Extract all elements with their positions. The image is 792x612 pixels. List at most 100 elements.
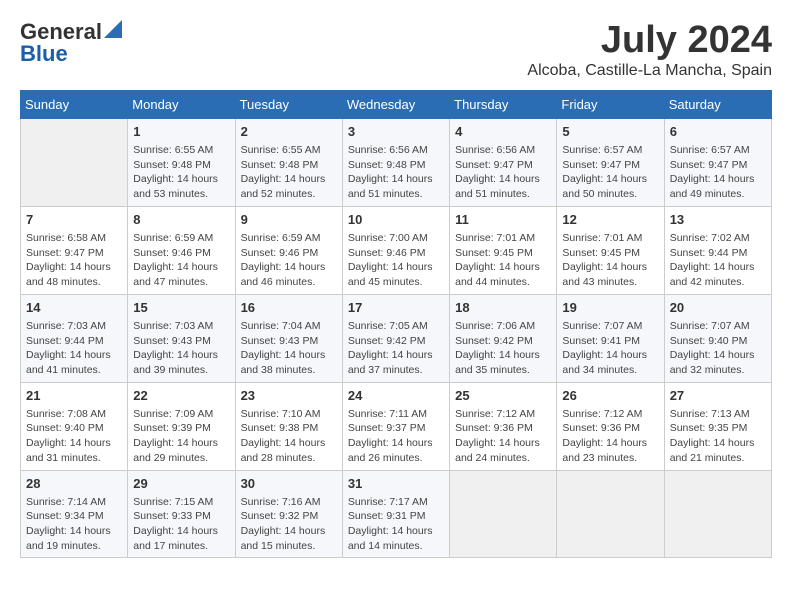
day-info: Sunrise: 7:17 AMSunset: 9:31 PMDaylight:… — [348, 495, 444, 554]
calendar-cell: 11 Sunrise: 7:01 AMSunset: 9:45 PMDayligh… — [450, 206, 557, 294]
calendar-cell: 14 Sunrise: 7:03 AMSunset: 9:44 PMDayligh… — [21, 294, 128, 382]
day-number: 28 — [26, 475, 122, 493]
day-number: 8 — [133, 211, 229, 229]
day-info: Sunrise: 6:57 AMSunset: 9:47 PMDaylight:… — [670, 143, 766, 202]
day-number: 23 — [241, 387, 337, 405]
calendar-cell: 22 Sunrise: 7:09 AMSunset: 9:39 PMDayligh… — [128, 382, 235, 470]
calendar-cell: 17 Sunrise: 7:05 AMSunset: 9:42 PMDayligh… — [342, 294, 449, 382]
calendar-cell — [450, 470, 557, 558]
calendar-cell — [21, 118, 128, 206]
day-number: 6 — [670, 123, 766, 141]
calendar-cell: 24 Sunrise: 7:11 AMSunset: 9:37 PMDayligh… — [342, 382, 449, 470]
calendar-cell: 3 Sunrise: 6:56 AMSunset: 9:48 PMDaylight… — [342, 118, 449, 206]
calendar-cell: 26 Sunrise: 7:12 AMSunset: 9:36 PMDayligh… — [557, 382, 664, 470]
calendar-title: July 2024 — [527, 20, 772, 62]
calendar-cell: 30 Sunrise: 7:16 AMSunset: 9:32 PMDayligh… — [235, 470, 342, 558]
weekday-header-wednesday: Wednesday — [342, 90, 449, 118]
day-info: Sunrise: 7:12 AMSunset: 9:36 PMDaylight:… — [562, 407, 658, 466]
day-number: 21 — [26, 387, 122, 405]
day-number: 29 — [133, 475, 229, 493]
day-number: 1 — [133, 123, 229, 141]
day-info: Sunrise: 7:05 AMSunset: 9:42 PMDaylight:… — [348, 319, 444, 378]
calendar-cell — [557, 470, 664, 558]
calendar-cell: 5 Sunrise: 6:57 AMSunset: 9:47 PMDaylight… — [557, 118, 664, 206]
day-info: Sunrise: 6:56 AMSunset: 9:47 PMDaylight:… — [455, 143, 551, 202]
day-info: Sunrise: 7:10 AMSunset: 9:38 PMDaylight:… — [241, 407, 337, 466]
day-info: Sunrise: 7:12 AMSunset: 9:36 PMDaylight:… — [455, 407, 551, 466]
day-number: 13 — [670, 211, 766, 229]
day-info: Sunrise: 7:01 AMSunset: 9:45 PMDaylight:… — [455, 231, 551, 290]
calendar-cell — [664, 470, 771, 558]
day-number: 9 — [241, 211, 337, 229]
calendar-cell: 10 Sunrise: 7:00 AMSunset: 9:46 PMDayligh… — [342, 206, 449, 294]
calendar-week-row: 1 Sunrise: 6:55 AMSunset: 9:48 PMDaylight… — [21, 118, 772, 206]
calendar-cell: 9Sunrise: 6:59 AMSunset: 9:46 PMDaylight… — [235, 206, 342, 294]
weekday-header-thursday: Thursday — [450, 90, 557, 118]
calendar-cell: 4Sunrise: 6:56 AMSunset: 9:47 PMDaylight… — [450, 118, 557, 206]
weekday-header-tuesday: Tuesday — [235, 90, 342, 118]
calendar-cell: 18Sunrise: 7:06 AMSunset: 9:42 PMDayligh… — [450, 294, 557, 382]
day-info: Sunrise: 7:15 AMSunset: 9:33 PMDaylight:… — [133, 495, 229, 554]
day-number: 12 — [562, 211, 658, 229]
calendar-week-row: 28Sunrise: 7:14 AMSunset: 9:34 PMDayligh… — [21, 470, 772, 558]
calendar-cell: 16Sunrise: 7:04 AMSunset: 9:43 PMDayligh… — [235, 294, 342, 382]
calendar-table: SundayMondayTuesdayWednesdayThursdayFrid… — [20, 90, 772, 559]
calendar-cell: 29 Sunrise: 7:15 AMSunset: 9:33 PMDayligh… — [128, 470, 235, 558]
day-number: 30 — [241, 475, 337, 493]
logo-general: General — [20, 21, 102, 43]
calendar-cell: 21 Sunrise: 7:08 AMSunset: 9:40 PMDayligh… — [21, 382, 128, 470]
day-info: Sunrise: 7:00 AMSunset: 9:46 PMDaylight:… — [348, 231, 444, 290]
weekday-header-monday: Monday — [128, 90, 235, 118]
day-info: Sunrise: 7:16 AMSunset: 9:32 PMDaylight:… — [241, 495, 337, 554]
day-number: 20 — [670, 299, 766, 317]
day-number: 26 — [562, 387, 658, 405]
day-info: Sunrise: 6:56 AMSunset: 9:48 PMDaylight:… — [348, 143, 444, 202]
day-number: 10 — [348, 211, 444, 229]
day-number: 31 — [348, 475, 444, 493]
calendar-week-row: 14 Sunrise: 7:03 AMSunset: 9:44 PMDayligh… — [21, 294, 772, 382]
calendar-cell: 31 Sunrise: 7:17 AMSunset: 9:31 PMDayligh… — [342, 470, 449, 558]
calendar-cell: 27 Sunrise: 7:13 AMSunset: 9:35 PMDayligh… — [664, 382, 771, 470]
calendar-body: 1 Sunrise: 6:55 AMSunset: 9:48 PMDaylight… — [21, 118, 772, 558]
calendar-cell: 19 Sunrise: 7:07 AMSunset: 9:41 PMDayligh… — [557, 294, 664, 382]
day-number: 24 — [348, 387, 444, 405]
day-info: Sunrise: 6:59 AMSunset: 9:46 PMDaylight:… — [133, 231, 229, 290]
day-number: 25 — [455, 387, 551, 405]
calendar-cell: 15Sunrise: 7:03 AMSunset: 9:43 PMDayligh… — [128, 294, 235, 382]
day-number: 22 — [133, 387, 229, 405]
day-number: 3 — [348, 123, 444, 141]
day-number: 15 — [133, 299, 229, 317]
day-info: Sunrise: 7:02 AMSunset: 9:44 PMDaylight:… — [670, 231, 766, 290]
day-info: Sunrise: 7:04 AMSunset: 9:43 PMDaylight:… — [241, 319, 337, 378]
calendar-cell: 6 Sunrise: 6:57 AMSunset: 9:47 PMDaylight… — [664, 118, 771, 206]
day-info: Sunrise: 7:11 AMSunset: 9:37 PMDaylight:… — [348, 407, 444, 466]
day-info: Sunrise: 7:01 AMSunset: 9:45 PMDaylight:… — [562, 231, 658, 290]
day-info: Sunrise: 6:57 AMSunset: 9:47 PMDaylight:… — [562, 143, 658, 202]
day-number: 7 — [26, 211, 122, 229]
calendar-cell: 2Sunrise: 6:55 AMSunset: 9:48 PMDaylight… — [235, 118, 342, 206]
day-number: 27 — [670, 387, 766, 405]
day-info: Sunrise: 6:55 AMSunset: 9:48 PMDaylight:… — [241, 143, 337, 202]
day-info: Sunrise: 6:55 AMSunset: 9:48 PMDaylight:… — [133, 143, 229, 202]
day-info: Sunrise: 7:13 AMSunset: 9:35 PMDaylight:… — [670, 407, 766, 466]
day-info: Sunrise: 7:07 AMSunset: 9:41 PMDaylight:… — [562, 319, 658, 378]
calendar-cell: 28Sunrise: 7:14 AMSunset: 9:34 PMDayligh… — [21, 470, 128, 558]
logo-blue: Blue — [20, 41, 68, 66]
title-section: July 2024 Alcoba, Castille-La Mancha, Sp… — [527, 20, 772, 80]
calendar-cell: 12 Sunrise: 7:01 AMSunset: 9:45 PMDayligh… — [557, 206, 664, 294]
day-number: 5 — [562, 123, 658, 141]
day-number: 11 — [455, 211, 551, 229]
day-number: 19 — [562, 299, 658, 317]
logo: General Blue — [20, 20, 122, 66]
day-info: Sunrise: 7:03 AMSunset: 9:44 PMDaylight:… — [26, 319, 122, 378]
calendar-cell: 1 Sunrise: 6:55 AMSunset: 9:48 PMDaylight… — [128, 118, 235, 206]
weekday-header-friday: Friday — [557, 90, 664, 118]
day-info: Sunrise: 7:07 AMSunset: 9:40 PMDaylight:… — [670, 319, 766, 378]
calendar-cell: 8 Sunrise: 6:59 AMSunset: 9:46 PMDaylight… — [128, 206, 235, 294]
day-info: Sunrise: 7:09 AMSunset: 9:39 PMDaylight:… — [133, 407, 229, 466]
day-number: 17 — [348, 299, 444, 317]
day-number: 14 — [26, 299, 122, 317]
header: General Blue July 2024 Alcoba, Castille-… — [20, 20, 772, 80]
day-info: Sunrise: 7:08 AMSunset: 9:40 PMDaylight:… — [26, 407, 122, 466]
calendar-week-row: 21 Sunrise: 7:08 AMSunset: 9:40 PMDayligh… — [21, 382, 772, 470]
